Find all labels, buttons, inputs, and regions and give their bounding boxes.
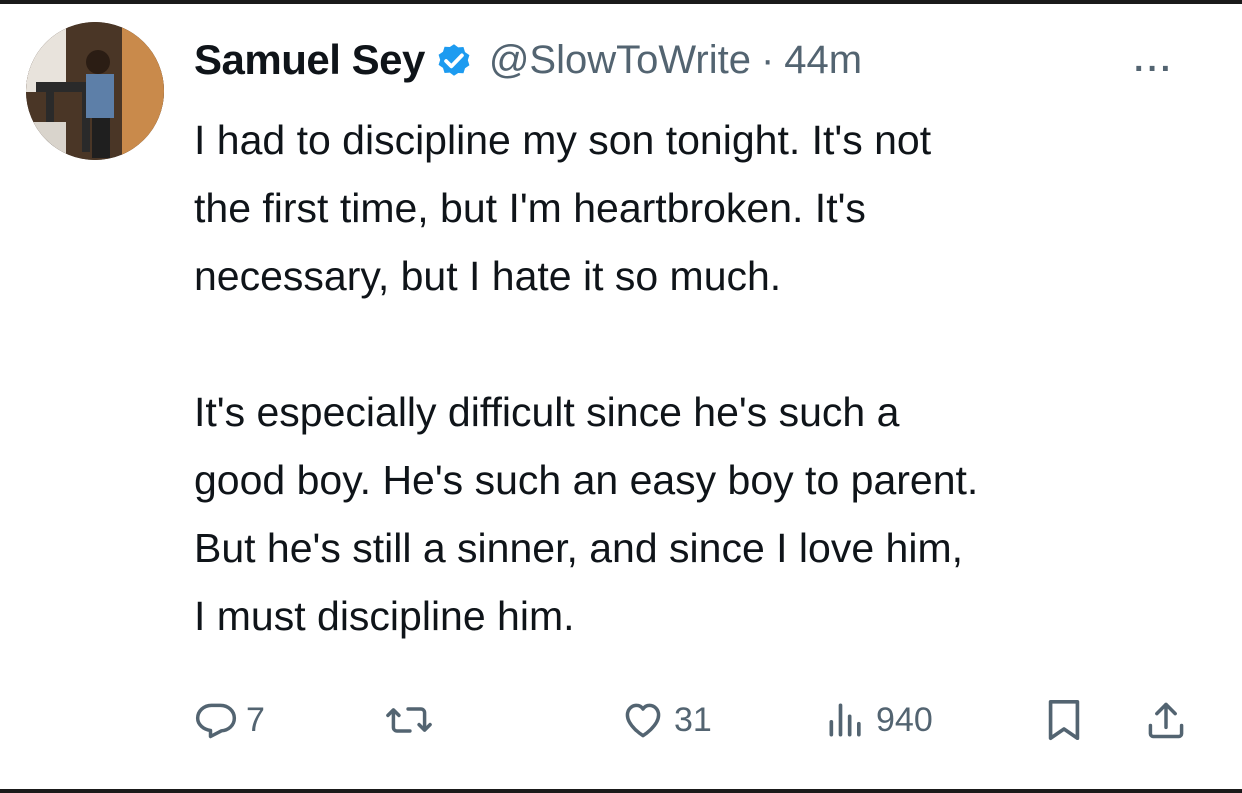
- top-border: [0, 0, 1242, 4]
- reply-icon: [195, 703, 237, 739]
- bookmark-button[interactable]: [1044, 690, 1084, 750]
- text-line: I must discipline him.: [194, 593, 575, 639]
- like-count: 31: [674, 700, 712, 739]
- like-button[interactable]: 31: [620, 690, 712, 750]
- more-options-icon[interactable]: ···: [1134, 50, 1174, 89]
- text-line: I had to discipline my son tonight. It's…: [194, 117, 932, 163]
- avatar[interactable]: [26, 22, 164, 160]
- share-icon: [1148, 702, 1184, 739]
- verified-badge-icon: [438, 44, 470, 76]
- tweet-header: Samuel Sey @SlowToWrite · 44m ···: [194, 30, 1214, 90]
- bookmark-icon: [1048, 699, 1080, 741]
- views-count: 940: [876, 700, 933, 739]
- action-bar: 7 31 940: [194, 690, 1204, 750]
- repost-icon: [386, 707, 432, 733]
- repost-button[interactable]: [384, 690, 442, 750]
- separator-dot: ·: [760, 37, 775, 82]
- views-icon: [829, 703, 861, 737]
- text-line: good boy. He's such an easy boy to paren…: [194, 457, 979, 503]
- reply-count: 7: [246, 700, 265, 739]
- text-line: But he's still a sinner, and since I lov…: [194, 525, 963, 571]
- share-button[interactable]: [1144, 690, 1188, 750]
- text-line: necessary, but I hate it so much.: [194, 253, 782, 299]
- tweet-text: I had to discipline my son tonight. It's…: [194, 106, 1204, 650]
- paragraph-1: I had to discipline my son tonight. It's…: [194, 106, 1204, 310]
- text-line: It's especially difficult since he's suc…: [194, 389, 900, 435]
- timestamp[interactable]: 44m: [784, 38, 862, 83]
- bottom-border: [0, 789, 1242, 793]
- text-line: the first time, but I'm heartbroken. It'…: [194, 185, 866, 231]
- display-name[interactable]: Samuel Sey: [194, 36, 425, 84]
- heart-icon: [625, 703, 661, 738]
- views-button[interactable]: 940: [824, 690, 933, 750]
- reply-button[interactable]: 7: [194, 690, 265, 750]
- paragraph-2: It's especially difficult since he's suc…: [194, 378, 1204, 650]
- handle[interactable]: @SlowToWrite: [489, 38, 751, 83]
